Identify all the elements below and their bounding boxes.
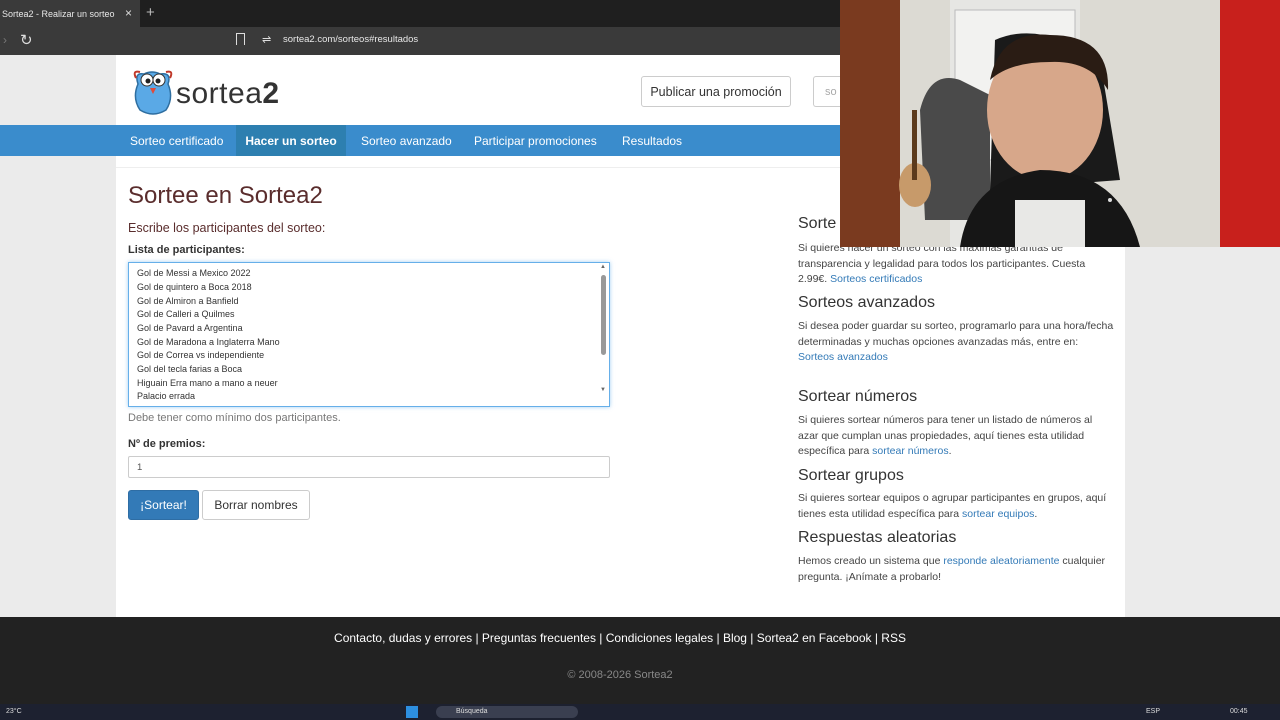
form-subtitle: Escribe los participantes del sorteo: bbox=[128, 221, 326, 235]
sidebar-advanced-title: Sorteos avanzados bbox=[798, 294, 935, 311]
sidebar-groups-text: Si quieres sortear equipos o agrupar par… bbox=[798, 492, 1107, 520]
nav-item-resultados[interactable]: Resultados bbox=[622, 125, 682, 156]
windows-start-icon[interactable] bbox=[406, 706, 418, 718]
sidebar-numbers-title: Sortear números bbox=[798, 388, 918, 405]
tab-title: Sortea2 - Realizar un sorteo bbox=[2, 8, 115, 19]
site-logo[interactable]: sortea2 bbox=[130, 64, 300, 118]
list-item: Higuain Erra mano a mano a neuer bbox=[137, 378, 278, 388]
nav-item-hacer-un-sorteo[interactable]: Hacer un sorteo bbox=[236, 125, 346, 156]
webcam-overlay bbox=[840, 0, 1280, 247]
taskbar-search[interactable]: Búsqueda bbox=[436, 706, 578, 718]
main-nav: Sorteo certificado Hacer un sorteo Sorte… bbox=[0, 125, 840, 156]
footer-copyright: © 2008-2026 Sortea2 bbox=[567, 669, 673, 681]
list-item: Gol de Messi a Mexico 2022 bbox=[137, 268, 251, 278]
prizes-label: Nº de premios: bbox=[128, 438, 206, 450]
random-answers-link[interactable]: responde aleatoriamente bbox=[943, 555, 1059, 567]
certified-link[interactable]: Sorteos certificados bbox=[830, 273, 922, 285]
groups-link[interactable]: sortear equipos bbox=[962, 508, 1034, 520]
bookmark-icon[interactable] bbox=[236, 33, 245, 45]
list-item: Gol de quintero a Boca 2018 bbox=[137, 282, 252, 292]
list-item: Gol del tecla farias a Boca bbox=[137, 364, 243, 374]
reload-icon[interactable]: ↻ bbox=[20, 31, 33, 49]
list-item: Palacio errada bbox=[137, 391, 196, 401]
sidebar-random-text: Hemos creado un sistema que responde ale… bbox=[798, 554, 1114, 585]
sidebar-groups-title: Sortear grupos bbox=[798, 467, 904, 484]
mascot-icon bbox=[133, 70, 173, 115]
browser-tab[interactable]: Sortea2 - Realizar un sorteo × bbox=[0, 0, 140, 27]
sidebar-groups-desc: Si quieres sortear equipos o agrupar par… bbox=[798, 492, 1107, 520]
language-indicator[interactable]: ESP bbox=[1146, 708, 1160, 715]
list-item: Gol de Calleri a Quilmes bbox=[137, 309, 235, 319]
sidebar-advanced-desc: Si desea poder guardar su sorteo, progra… bbox=[798, 320, 1114, 348]
numbers-link[interactable]: sortear números bbox=[872, 445, 948, 457]
prizes-input[interactable]: 1 bbox=[128, 456, 610, 478]
list-item: Gol de Pavard a Argentina bbox=[137, 323, 243, 333]
helper-text: Debe tener como mínimo dos participantes… bbox=[128, 412, 341, 424]
list-item: Gol de Correa vs independiente bbox=[137, 350, 265, 360]
participants-textarea[interactable]: Gol de Messi a Mexico 2022 Gol de quinte… bbox=[128, 262, 610, 407]
site-footer: Contacto, dudas y errores | Preguntas fr… bbox=[0, 617, 1280, 704]
browser-tab-strip: Sortea2 - Realizar un sorteo × + bbox=[0, 0, 840, 27]
weather-widget[interactable]: 23°C bbox=[6, 708, 22, 715]
scroll-up-icon[interactable]: ▲ bbox=[600, 264, 606, 270]
forward-icon[interactable]: › bbox=[3, 33, 7, 47]
sidebar-advanced-text: Si desea poder guardar su sorteo, progra… bbox=[798, 319, 1114, 366]
draw-button[interactable]: ¡Sortear! bbox=[128, 490, 199, 520]
sidebar-certified-text: Si quieres hacer un sorteo con las máxim… bbox=[798, 241, 1114, 288]
search-input[interactable]: so bbox=[813, 76, 843, 107]
divider bbox=[116, 167, 840, 168]
site-info-icon[interactable]: ⇌ bbox=[262, 33, 271, 46]
close-icon[interactable]: × bbox=[125, 6, 132, 20]
sidebar-random-title: Respuestas aleatorias bbox=[798, 529, 957, 546]
clock[interactable]: 00:45 bbox=[1230, 708, 1248, 715]
list-item: Gol de Almiron a Banfield bbox=[137, 296, 239, 306]
advanced-link[interactable]: Sorteos avanzados bbox=[798, 351, 888, 363]
browser-toolbar: › ↻ ⇌ sortea2.com/sorteos#resultados bbox=[0, 27, 840, 55]
scrollbar-thumb[interactable] bbox=[601, 275, 606, 355]
nav-item-sorteo-certificado[interactable]: Sorteo certificado bbox=[130, 125, 223, 156]
sidebar-numbers-text: Si quieres sortear números para tener un… bbox=[798, 414, 1093, 457]
nav-item-participar-promociones[interactable]: Participar promociones bbox=[474, 125, 597, 156]
sidebar-random-desc-1: Hemos creado un sistema que bbox=[798, 555, 941, 567]
os-taskbar: 23°C Búsqueda ESP 00:45 bbox=[0, 704, 1280, 720]
clear-names-button[interactable]: Borrar nombres bbox=[202, 490, 310, 520]
participants-label: Lista de participantes: bbox=[128, 244, 245, 256]
page-title: Sortee en Sortea2 bbox=[128, 182, 323, 209]
logo-wordmark: sortea2 bbox=[176, 77, 280, 110]
address-bar[interactable]: sortea2.com/sorteos#resultados bbox=[283, 34, 418, 45]
publish-promotion-button[interactable]: Publicar una promoción bbox=[641, 76, 791, 107]
nav-item-sorteo-avanzado[interactable]: Sorteo avanzado bbox=[361, 125, 452, 156]
sidebar-certified-title: Sorte bbox=[798, 215, 837, 232]
footer-links[interactable]: Contacto, dudas y errores | Preguntas fr… bbox=[0, 631, 1240, 645]
new-tab-icon[interactable]: + bbox=[146, 4, 155, 21]
list-item: Gol de Maradona a Inglaterra Mano bbox=[137, 337, 280, 347]
scroll-down-icon[interactable]: ▼ bbox=[600, 387, 606, 393]
